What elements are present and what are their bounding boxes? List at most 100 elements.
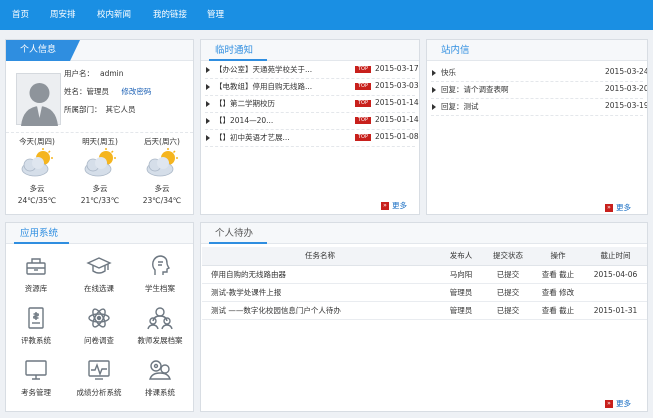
table-row: 停用自购的无线路由器 马向阳 已提交 查看 截止 2015-04-06	[202, 265, 647, 284]
app-label[interactable]: 问卷调查	[84, 336, 114, 345]
weather-temp: 21℃/33℃	[80, 196, 120, 205]
app-teacher-development[interactable]: 教师发展档案	[130, 305, 190, 346]
message-item[interactable]: 回复：请个调查表啊	[432, 84, 509, 95]
more-label[interactable]: 更多	[616, 399, 631, 408]
messages-panel: 站内信 快乐 2015-03-24 回复：请个调查表啊 2015-03-20 回…	[426, 39, 648, 215]
partly-cloudy-icon	[146, 148, 178, 177]
more-label[interactable]: 更多	[392, 201, 407, 210]
app-score-analysis[interactable]: 成绩分析系统	[69, 357, 129, 398]
actions[interactable]: 查看 截止	[532, 301, 584, 320]
more-arrow-icon: »	[605, 400, 613, 408]
top-badge: TOP	[355, 100, 371, 107]
graduation-cap-icon	[86, 257, 112, 274]
weather-day: 今天(周四)	[19, 137, 55, 146]
weather-temp: 23℃/34℃	[142, 196, 182, 205]
app-label[interactable]: 评教系统	[21, 336, 51, 345]
panel-title: 应用系统	[20, 228, 59, 239]
actions[interactable]: 查看 截止	[532, 265, 584, 284]
nav-home[interactable]: 首页	[12, 0, 29, 30]
bullet-arrow-icon	[432, 104, 436, 110]
notice-item[interactable]: 【电教组】停用自购无线路...	[206, 81, 312, 92]
panel-title: 个人信息	[6, 40, 80, 61]
app-label[interactable]: 学生档案	[145, 284, 175, 293]
task-name[interactable]: 测试 ——数字化校园信息门户个人待办	[202, 301, 438, 320]
task-name[interactable]: 停用自购的无线路由器	[202, 265, 438, 284]
app-student-records[interactable]: 学生档案	[130, 253, 190, 294]
notice-item[interactable]: 【】2014—20...	[206, 115, 273, 126]
name-row: 姓名：管理员 修改密码	[64, 86, 151, 97]
notice-item[interactable]: 【】初中英语才艺展...	[206, 132, 290, 143]
avatar	[16, 73, 61, 126]
task-name[interactable]: 测试-教学处课件上报	[202, 283, 438, 302]
bullet-arrow-icon	[206, 135, 210, 141]
weather-desc: 多云	[29, 184, 45, 193]
divider	[205, 112, 415, 113]
more-link[interactable]: » 更多	[381, 200, 407, 211]
more-arrow-icon: »	[605, 204, 613, 212]
app-label[interactable]: 排课系统	[145, 388, 175, 397]
notice-title[interactable]: 【办公室】天通苑学校关于...	[215, 65, 312, 74]
divider	[6, 132, 193, 133]
actions[interactable]: 查看 修改	[532, 283, 584, 302]
app-resource-library[interactable]: 资源库	[6, 253, 66, 294]
notice-title[interactable]: 【电教组】停用自购无线路...	[215, 82, 312, 91]
todo-table: 任务名称 发布人 提交状态 操作 截止时间 停用自购的无线路由器 马向阳 已提交…	[202, 247, 647, 320]
message-title[interactable]: 回复：测试	[441, 102, 479, 111]
notice-item[interactable]: 【办公室】天通苑学校关于...	[206, 64, 312, 75]
bullet-arrow-icon	[432, 87, 436, 93]
app-course-scheduling[interactable]: 排课系统	[130, 357, 190, 398]
panel-header: 个人待办	[201, 223, 647, 244]
notice-title[interactable]: 【】初中英语才艺展...	[215, 133, 290, 142]
app-exam-management[interactable]: 考务管理	[6, 357, 66, 398]
more-label[interactable]: 更多	[616, 203, 631, 212]
bullet-arrow-icon	[206, 67, 210, 73]
app-label[interactable]: 资源库	[25, 284, 48, 293]
monitor-icon	[25, 360, 47, 380]
publisher: 管理员	[438, 283, 484, 302]
nav-admin[interactable]: 管理	[207, 0, 224, 30]
app-label[interactable]: 在线选课	[84, 284, 114, 293]
title-underline	[209, 242, 267, 244]
notice-title[interactable]: 【】2014—20...	[215, 116, 273, 125]
nav-my-links[interactable]: 我的链接	[153, 0, 187, 30]
partly-cloudy-icon	[21, 148, 53, 177]
app-label[interactable]: 考务管理	[21, 388, 51, 397]
more-link[interactable]: » 更多	[605, 202, 631, 213]
notice-date: 2015-03-03	[375, 81, 419, 90]
message-title[interactable]: 快乐	[441, 68, 456, 77]
bullet-arrow-icon	[206, 84, 210, 90]
more-link[interactable]: » 更多	[605, 398, 631, 409]
deadline: 2015-01-31	[584, 301, 647, 320]
table-row: 测试 ——数字化校园信息门户个人待办 管理员 已提交 查看 截止 2015-01…	[202, 301, 647, 320]
app-survey[interactable]: 问卷调查	[69, 305, 129, 346]
panel-title: 个人待办	[215, 228, 254, 239]
app-label[interactable]: 成绩分析系统	[77, 388, 122, 397]
status: 已提交	[484, 265, 532, 284]
notice-item[interactable]: 【】第二学期校历	[206, 98, 275, 109]
change-password-link[interactable]: 修改密码	[121, 87, 151, 96]
student-profile-icon	[152, 255, 171, 275]
col-deadline: 截止时间	[584, 247, 647, 266]
message-item[interactable]: 快乐	[432, 67, 456, 78]
app-evaluation[interactable]: 评教系统	[6, 305, 66, 346]
notice-title[interactable]: 【】第二学期校历	[215, 99, 275, 108]
weather-desc: 多云	[154, 184, 170, 193]
col-action: 操作	[532, 247, 584, 266]
evaluation-icon	[28, 307, 44, 329]
message-item[interactable]: 回复：测试	[432, 101, 479, 112]
divider	[205, 129, 415, 130]
name-value: 管理员	[86, 87, 110, 96]
app-course-selection[interactable]: 在线选课	[69, 253, 129, 294]
divider	[205, 95, 415, 96]
message-title[interactable]: 回复：请个调查表啊	[441, 85, 509, 94]
top-badge: TOP	[355, 117, 371, 124]
analysis-icon	[88, 360, 110, 380]
panel-header: 站内信	[427, 40, 647, 61]
divider	[431, 115, 643, 116]
app-label[interactable]: 教师发展档案	[138, 336, 183, 345]
deadline: 2015-04-06	[584, 265, 647, 284]
notice-date: 2015-01-14	[375, 98, 419, 107]
nav-weekly-schedule[interactable]: 周安排	[50, 0, 76, 30]
nav-campus-news[interactable]: 校内新闻	[97, 0, 131, 30]
bullet-arrow-icon	[432, 70, 436, 76]
